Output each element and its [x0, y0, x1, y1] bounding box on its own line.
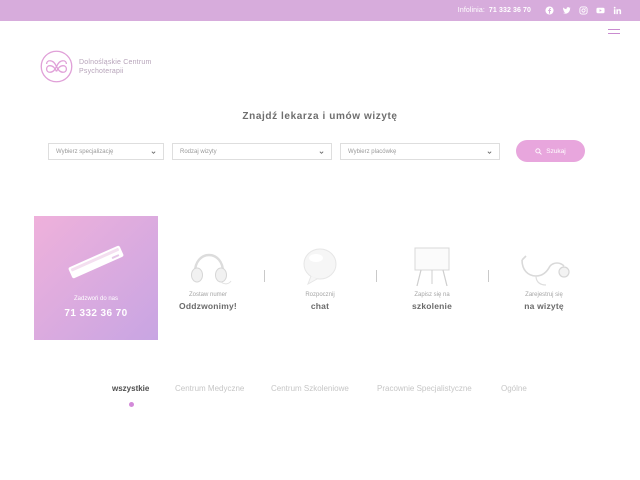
social-links — [545, 6, 622, 15]
chat-bubble-icon — [303, 248, 337, 286]
search-button[interactable]: Szukaj — [516, 140, 585, 162]
visit-type-select[interactable]: Rodzaj wizyty — [172, 143, 332, 160]
feature-chat[interactable]: Rozpocznij chat — [270, 240, 370, 330]
whiteboard-icon — [414, 247, 450, 287]
feature-training[interactable]: Zapisz się na szkolenie — [382, 240, 482, 330]
hotline: Infolinia: 71 332 36 70 — [458, 7, 531, 14]
facility-select[interactable]: Wybierz placówkę — [340, 143, 500, 160]
logo-line-1: Dolnośląskie Centrum — [79, 58, 152, 66]
tab-all[interactable]: wszystkie — [112, 384, 149, 393]
menu-line — [608, 33, 620, 34]
search-icon — [535, 147, 543, 155]
hotline-number[interactable]: 71 332 36 70 — [489, 7, 531, 14]
facility-placeholder: Wybierz placówkę — [348, 148, 397, 155]
chevron-down-icon — [487, 150, 492, 155]
divider — [264, 270, 265, 282]
feature-callback[interactable]: Zostaw numer Oddzwonimy! — [158, 240, 258, 330]
chevron-down-icon — [151, 150, 156, 155]
top-bar: Infolinia: 71 332 36 70 — [0, 0, 640, 21]
logo[interactable]: Dolnośląskie Centrum Psychoterapii — [40, 50, 151, 83]
logo-mark-icon — [40, 50, 73, 83]
feature-chat-small: Rozpocznij — [305, 292, 335, 298]
headphones-icon — [191, 253, 232, 285]
tab-training-center[interactable]: Centrum Szkoleniowe — [271, 384, 349, 393]
tab-medical-center[interactable]: Centrum Medyczne — [175, 384, 244, 393]
feature-appointment-big: na wizytę — [524, 301, 564, 311]
chevron-down-icon — [319, 150, 324, 155]
specialization-placeholder: Wybierz specjalizację — [56, 148, 114, 155]
call-us-card[interactable]: Zadzwoń do nas 71 332 36 70 — [34, 216, 158, 340]
feature-chat-big: chat — [310, 301, 330, 311]
visit-type-placeholder: Rodzaj wizyty — [180, 148, 217, 155]
feature-callback-big: Oddzwonimy! — [179, 301, 237, 311]
call-number[interactable]: 71 332 36 70 — [34, 308, 158, 319]
feature-training-big: szkolenie — [411, 301, 453, 311]
divider — [376, 270, 377, 282]
search-title: Znajdź lekarza i umów wizytę — [242, 111, 398, 122]
instagram-icon[interactable] — [579, 6, 588, 15]
search-button-label: Szukaj — [546, 147, 566, 155]
menu-line — [608, 29, 620, 30]
linkedin-icon[interactable] — [613, 6, 622, 15]
facebook-icon[interactable] — [545, 6, 554, 15]
feature-appointment-small: Zarejestruj się — [525, 292, 563, 298]
call-caption: Zadzwoń do nas — [73, 296, 119, 302]
feature-training-small: Zapisz się na — [414, 292, 450, 298]
feature-appointment[interactable]: Zarejestruj się na wizytę — [494, 240, 594, 330]
specialization-select[interactable]: Wybierz specjalizację — [48, 143, 164, 160]
divider — [488, 270, 489, 282]
stethoscope-icon — [521, 255, 570, 286]
tab-general[interactable]: Ogólne — [501, 384, 527, 393]
twitter-icon[interactable] — [562, 6, 571, 15]
youtube-icon[interactable] — [596, 6, 605, 15]
hotline-label: Infolinia: — [457, 7, 485, 14]
tab-specialist-labs[interactable]: Pracownie Specjalistyczne — [377, 384, 472, 393]
menu-hamburger-icon[interactable] — [608, 29, 620, 35]
phone-icon — [68, 245, 124, 279]
active-tab-indicator — [129, 402, 134, 407]
feature-callback-small: Zostaw numer — [188, 292, 227, 298]
logo-line-2: Psychoterapii — [79, 67, 124, 75]
logo-text: Dolnośląskie Centrum Psychoterapii — [79, 58, 151, 76]
